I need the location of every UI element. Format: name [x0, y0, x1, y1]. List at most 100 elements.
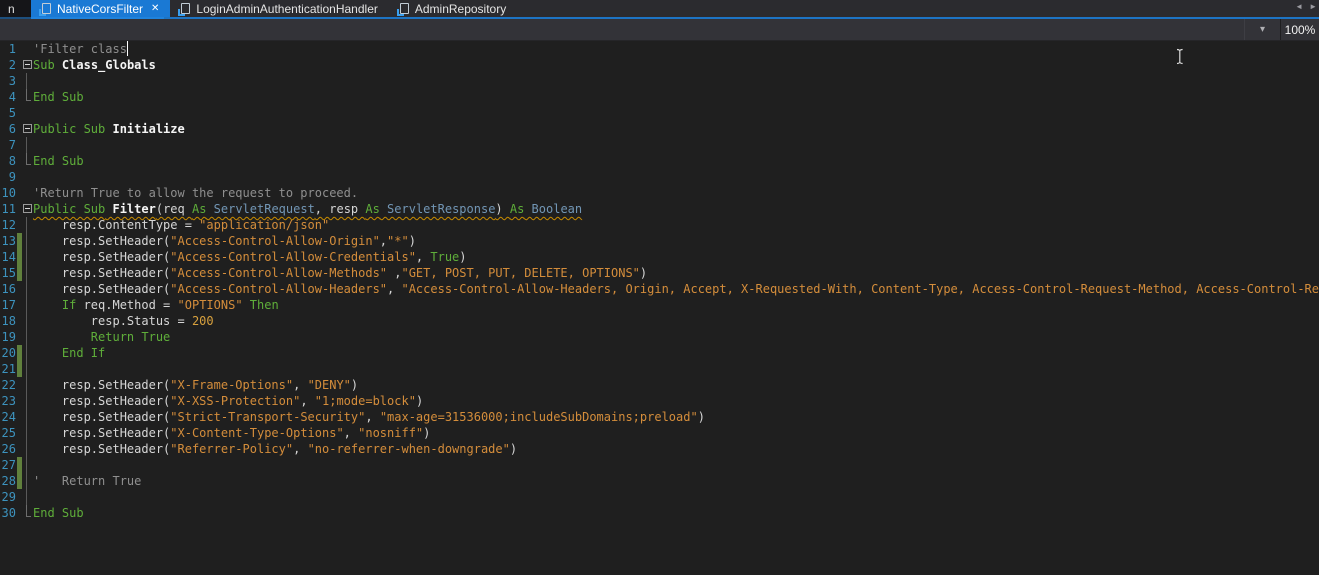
line-number: 26: [1, 442, 16, 456]
code-line[interactable]: 27: [0, 457, 1319, 473]
close-icon[interactable]: ✕: [151, 3, 159, 14]
fold-guide-line: [26, 249, 27, 265]
code-line[interactable]: 7: [0, 137, 1319, 153]
fold-guide-end: [26, 89, 31, 101]
fold-column: [22, 505, 33, 521]
chevron-down-icon[interactable]: ▾: [1244, 19, 1280, 40]
code-line[interactable]: 9: [0, 169, 1319, 185]
code-text: Sub Class_Globals: [33, 57, 156, 73]
code-line[interactable]: 28 ' Return True: [0, 473, 1319, 489]
line-number: 22: [1, 378, 16, 392]
line-number: 27: [1, 458, 16, 472]
tab-partial-clipped[interactable]: n: [0, 0, 31, 17]
fold-guide-line: [26, 313, 27, 329]
code-text: Return True: [33, 329, 170, 345]
code-line[interactable]: 4 End Sub: [0, 89, 1319, 105]
code-line[interactable]: 29: [0, 489, 1319, 505]
code-line[interactable]: 2 Sub Class_Globals: [0, 57, 1319, 73]
fold-collapse-icon[interactable]: [23, 124, 32, 133]
code-line[interactable]: 24 resp.SetHeader("Strict-Transport-Secu…: [0, 409, 1319, 425]
token-plain: ,: [387, 266, 402, 280]
fold-guide-line: [26, 217, 27, 233]
code-line[interactable]: 22 resp.SetHeader("X-Frame-Options", "DE…: [0, 377, 1319, 393]
code-line[interactable]: 17 If req.Method = "OPTIONS" Then: [0, 297, 1319, 313]
fold-guide-line: [26, 425, 27, 441]
token-str: "*": [387, 234, 409, 248]
line-number: 3: [8, 74, 16, 88]
line-number: 7: [8, 138, 16, 152]
code-line[interactable]: 18 resp.Status = 200: [0, 313, 1319, 329]
code-line[interactable]: 21: [0, 361, 1319, 377]
fold-column: [22, 41, 33, 57]
tab-adminrepository[interactable]: AdminRepository: [389, 0, 517, 17]
editor-toolbar: ▾ 100%: [0, 19, 1319, 41]
token-str: "Access-Control-Allow-Methods": [170, 266, 388, 280]
fold-guide-line: [26, 137, 27, 153]
code-text: resp.SetHeader("Strict-Transport-Securit…: [33, 409, 705, 425]
code-text: End If: [33, 345, 105, 361]
code-line[interactable]: 1 'Filter class: [0, 41, 1319, 57]
code-line[interactable]: 5: [0, 105, 1319, 121]
token-kw: End Sub: [33, 154, 84, 168]
scroll-left-icon[interactable]: ◄: [1295, 3, 1303, 11]
token-kw: End Sub: [33, 506, 84, 520]
fold-column: [22, 137, 33, 153]
code-line[interactable]: 10 'Return True to allow the request to p…: [0, 185, 1319, 201]
code-line[interactable]: 26 resp.SetHeader("Referrer-Policy", "no…: [0, 441, 1319, 457]
code-text: resp.SetHeader("X-Content-Type-Options",…: [33, 425, 431, 441]
code-line[interactable]: 13 resp.SetHeader("Access-Control-Allow-…: [0, 233, 1319, 249]
token-str: "X-XSS-Protection": [170, 394, 301, 408]
fold-guide-line: [26, 489, 27, 505]
code-line[interactable]: 11 Public Sub Filter(req As ServletReques…: [0, 201, 1319, 217]
code-line[interactable]: 8 End Sub: [0, 153, 1319, 169]
line-number: 13: [1, 234, 16, 248]
fold-collapse-icon[interactable]: [23, 60, 32, 69]
token-kw: Sub: [33, 58, 55, 72]
code-line[interactable]: 23 resp.SetHeader("X-XSS-Protection", "1…: [0, 393, 1319, 409]
tab-label: AdminRepository: [414, 1, 507, 16]
line-number: 8: [8, 154, 16, 168]
code-line[interactable]: 20 End If: [0, 345, 1319, 361]
code-line[interactable]: 6 Public Sub Initialize: [0, 121, 1319, 137]
fold-guide-line: [26, 297, 27, 313]
token-plain: ,: [387, 282, 402, 296]
code-line[interactable]: 16 resp.SetHeader("Access-Control-Allow-…: [0, 281, 1319, 297]
code-line[interactable]: 30 End Sub: [0, 505, 1319, 521]
code-text: resp.SetHeader("X-Frame-Options", "DENY"…: [33, 377, 358, 393]
code-line[interactable]: 19 Return True: [0, 329, 1319, 345]
token-str: "nosniff": [358, 426, 424, 440]
code-line[interactable]: 3: [0, 73, 1319, 89]
fold-guide-line: [26, 377, 27, 393]
token-plain: , resp: [314, 202, 366, 216]
line-number: 28: [1, 474, 16, 488]
code-module-icon: [178, 3, 191, 16]
code-text: 'Return True to allow the request to pro…: [33, 185, 358, 201]
fold-column: [22, 73, 33, 89]
fold-collapse-icon[interactable]: [23, 204, 32, 213]
token-plain: resp.SetHeader(: [33, 378, 171, 392]
fold-column: [22, 393, 33, 409]
token-ident: Initialize: [112, 122, 185, 136]
tab-loginadminauthenticationhandler[interactable]: LoginAdminAuthenticationHandler: [170, 0, 388, 17]
tab-nativecorsfilter[interactable]: NativeCorsFilter ✕: [31, 0, 171, 17]
token-comment: 'Filter class: [33, 42, 127, 56]
code-editor[interactable]: 1 'Filter class 2 Sub Class_Globals 3 4 End Su…: [0, 41, 1319, 575]
fold-guide-line: [26, 329, 27, 345]
token-str: "X-Content-Type-Options": [170, 426, 344, 440]
code-text: End Sub: [33, 153, 84, 169]
fold-column: [22, 281, 33, 297]
token-plain: ,: [293, 442, 308, 456]
line-number: 5: [8, 106, 16, 120]
line-number: 14: [1, 250, 16, 264]
token-plain: req.Method =: [76, 298, 178, 312]
code-line[interactable]: 25 resp.SetHeader("X-Content-Type-Option…: [0, 425, 1319, 441]
zoom-level-indicator[interactable]: 100%: [1280, 19, 1319, 40]
scroll-right-icon[interactable]: ►: [1309, 3, 1317, 11]
fold-column: [22, 249, 33, 265]
code-line[interactable]: 12 resp.ContentType = "application/json": [0, 217, 1319, 233]
code-line[interactable]: 15 resp.SetHeader("Access-Control-Allow-…: [0, 265, 1319, 281]
fold-column: [22, 105, 33, 121]
code-line[interactable]: 14 resp.SetHeader("Access-Control-Allow-…: [0, 249, 1319, 265]
